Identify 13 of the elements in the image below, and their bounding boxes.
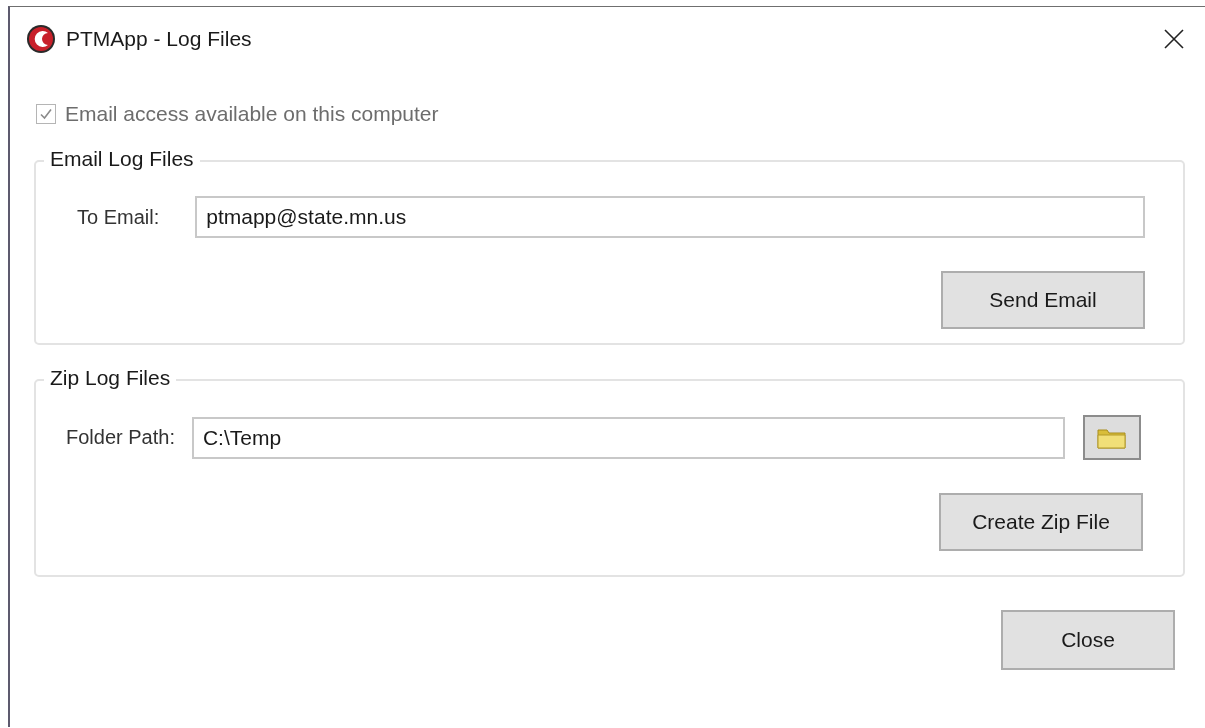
check-icon bbox=[39, 107, 53, 121]
send-email-button[interactable]: Send Email bbox=[941, 271, 1145, 329]
folder-path-field[interactable]: C:\Temp bbox=[191, 416, 1065, 459]
browse-button[interactable] bbox=[1083, 415, 1141, 460]
email-field[interactable]: ptmapp@state.mn.us bbox=[195, 196, 1145, 238]
window-title: PTMApp - Log Files bbox=[66, 27, 253, 51]
field-label: Folder Path: bbox=[66, 426, 175, 449]
app-logo-icon bbox=[26, 24, 56, 54]
create-zip-button[interactable]: Create Zip File bbox=[939, 493, 1143, 551]
close-button[interactable]: Close bbox=[1001, 610, 1175, 670]
field-label: To Email: bbox=[77, 205, 160, 229]
checkbox-label: Email access available on this computer bbox=[65, 102, 439, 126]
folder-icon bbox=[1097, 426, 1127, 449]
